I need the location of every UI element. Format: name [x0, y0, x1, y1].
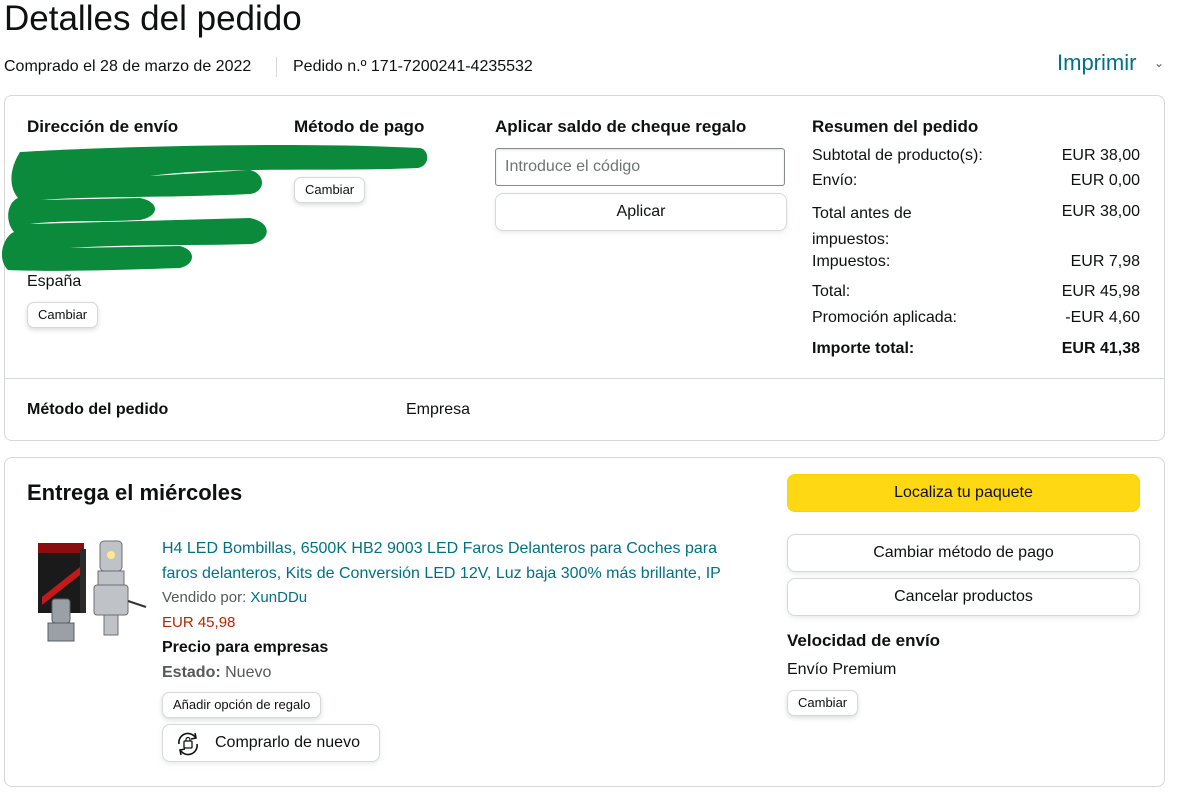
summary-value: EUR 45,98 [1061, 283, 1140, 300]
summary-value: EUR 0,00 [1070, 172, 1140, 189]
summary-row-promotion: Promoción aplicada: -EUR 4,60 [812, 308, 1140, 328]
track-package-button[interactable]: Localiza tu paquete [787, 474, 1140, 512]
summary-value: -EUR 4,60 [1065, 309, 1140, 326]
cancel-items-button[interactable]: Cancelar productos [787, 578, 1140, 616]
card-divider [4, 378, 1165, 379]
summary-row-grand-total: Importe total: EUR 41,38 [812, 339, 1140, 359]
apply-gift-button[interactable]: Aplicar [495, 193, 787, 231]
summary-label: Total antes de impuestos: [812, 205, 912, 248]
seller-link[interactable]: XunDDu [250, 589, 307, 606]
change-shipping-speed-button[interactable]: Cambiar [787, 690, 859, 716]
order-method-label: Método del pedido [27, 401, 169, 418]
gift-code-input[interactable] [495, 148, 785, 186]
summary-row-subtotal: Subtotal de producto(s): EUR 38,00 [812, 146, 1140, 166]
summary-value: EUR 38,00 [1061, 203, 1140, 220]
product-title-link[interactable]: H4 LED Bombillas, 6500K HB2 9003 LED Far… [162, 536, 752, 586]
condition-label: Estado: [162, 664, 221, 681]
order-method-value: Empresa [406, 401, 471, 418]
summary-row-tax: Impuestos: EUR 7,98 [812, 252, 1140, 272]
product-price: EUR 45,98 [162, 614, 236, 631]
summary-row-total: Total: EUR 45,98 [812, 282, 1140, 302]
order-number: Pedido n.º 171-7200241-4235532 [293, 58, 533, 75]
summary-row-shipping: Envío: EUR 0,00 [812, 171, 1140, 191]
delivery-heading: Entrega el miércoles [27, 480, 243, 505]
shipping-speed-value: Envío Premium [787, 661, 897, 678]
buy-again-icon [178, 732, 198, 756]
led-bulb-product-image[interactable] [32, 537, 150, 647]
condition-row: Estado: Nuevo [162, 663, 271, 683]
redaction-scribble [1, 145, 428, 271]
shipping-address-heading: Dirección de envío [27, 117, 179, 136]
change-payment-button[interactable]: Cambiar [294, 177, 366, 203]
business-price-label: Precio para empresas [162, 639, 329, 656]
order-summary-heading: Resumen del pedido [812, 117, 979, 136]
summary-label: Envío: [812, 172, 858, 189]
summary-label: Subtotal de producto(s): [812, 147, 983, 164]
condition-value: Nuevo [225, 664, 272, 681]
summary-value: EUR 41,38 [1061, 340, 1140, 357]
change-payment-method-button[interactable]: Cambiar método de pago [787, 534, 1140, 572]
summary-label: Impuestos: [812, 253, 891, 270]
summary-label: Promoción aplicada: [812, 309, 957, 326]
summary-label: Total: [812, 283, 851, 300]
page-title: Detalles del pedido [4, 0, 302, 38]
buy-again-button[interactable]: Comprarlo de nuevo [162, 724, 380, 762]
sold-by-label: Vendido por: [162, 589, 247, 606]
print-link[interactable]: Imprimir [1057, 49, 1136, 77]
buy-again-label: Comprarlo de nuevo [215, 734, 360, 751]
gift-card-heading: Aplicar saldo de cheque regalo [495, 117, 747, 136]
chevron-down-icon[interactable]: ⌄ [1154, 55, 1164, 71]
shipping-speed-heading: Velocidad de envío [787, 631, 941, 650]
summary-value: EUR 7,98 [1070, 253, 1140, 270]
purchase-date: Comprado el 28 de marzo de 2022 [4, 58, 252, 75]
add-gift-option-button[interactable]: Añadir opción de regalo [162, 692, 322, 718]
change-address-button[interactable]: Cambiar [27, 302, 99, 328]
shipping-country: España [27, 273, 82, 290]
summary-value: EUR 38,00 [1061, 147, 1140, 164]
payment-method-heading: Método de pago [294, 117, 425, 136]
summary-label: Importe total: [812, 340, 915, 357]
sold-by-row: Vendido por: XunDDu [162, 588, 307, 608]
summary-row-pretax: Total antes de impuestos: EUR 38,00 [812, 201, 1140, 253]
meta-separator [276, 57, 277, 77]
